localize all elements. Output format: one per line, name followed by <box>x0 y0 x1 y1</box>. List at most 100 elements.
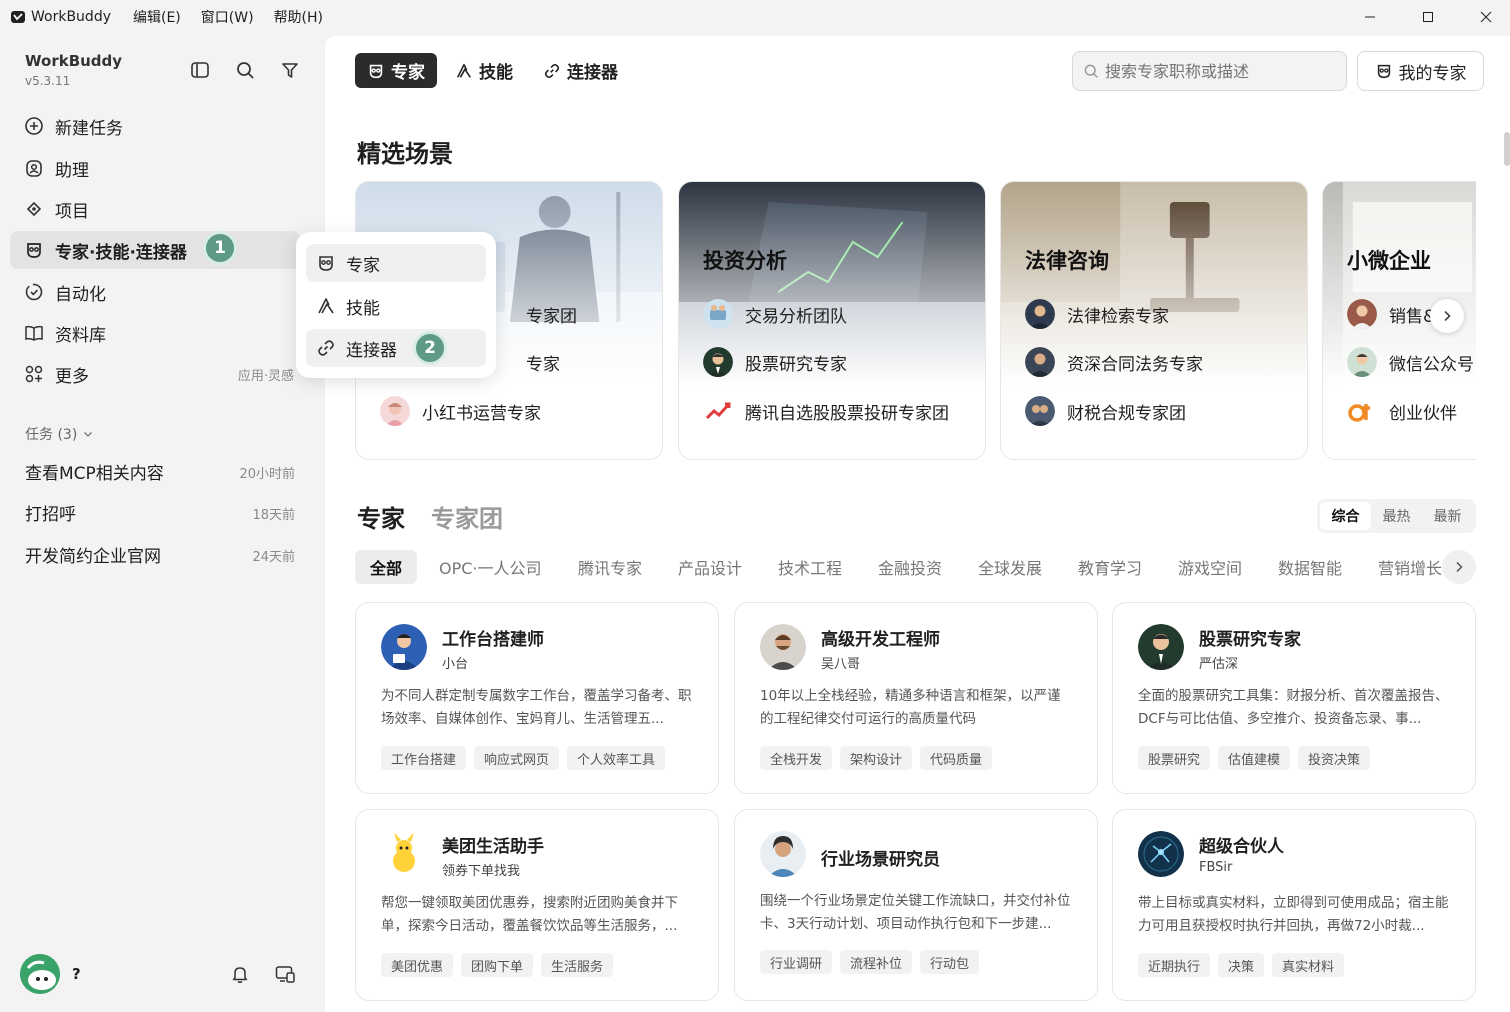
submenu-skills[interactable]: 技能 <box>306 287 486 325</box>
tasks-header[interactable]: 任务 (3) <box>25 424 93 444</box>
scene-item-name: 小红书运营专家 <box>422 403 541 424</box>
expert-tag: 团购下单 <box>461 953 534 977</box>
scenes-next-button[interactable] <box>1430 299 1464 333</box>
filter-button[interactable] <box>278 58 302 82</box>
expert-icon <box>369 64 383 78</box>
expert-card[interactable]: 行业场景研究员 围绕一个行业场景定位关键工作流缺口，并交付补位卡、3天行动计划、… <box>734 809 1098 1001</box>
featured-scenes: 专家团 专家 小红书运营专家 投资分析 交易分析团队 股票研究专家 腾讯自选股股… <box>355 181 1476 461</box>
scene-item-avatar <box>703 299 733 329</box>
scene-item[interactable]: 资深合同法务专家 <box>1025 346 1203 378</box>
category-product-design[interactable]: 产品设计 <box>678 550 742 584</box>
category-tech-engineering[interactable]: 技术工程 <box>778 550 842 584</box>
sort-newest[interactable]: 最新 <box>1422 502 1473 530</box>
experts-submenu: 专家 技能 连接器 2 <box>296 232 496 378</box>
sort-comprehensive[interactable]: 综合 <box>1320 502 1371 530</box>
maximize-button[interactable] <box>1399 0 1457 34</box>
section-tab-experts[interactable]: 专家 <box>357 499 405 534</box>
sort-hottest[interactable]: 最热 <box>1371 502 1422 530</box>
section-tab-expert-teams[interactable]: 专家团 <box>431 499 503 534</box>
notification-bell-icon[interactable] <box>229 963 251 985</box>
tab-skills[interactable]: 技能 <box>443 53 525 88</box>
scene-item[interactable]: 微信公众号 <box>1347 346 1474 378</box>
scene-item-name: 股票研究专家 <box>745 354 847 375</box>
category-data-intelligence[interactable]: 数据智能 <box>1278 550 1342 584</box>
user-name: ? <box>72 965 81 983</box>
nav-more[interactable]: 更多 应用·灵感 <box>10 355 300 393</box>
task-item[interactable]: 开发简约企业官网 24天前 <box>25 542 295 567</box>
category-games[interactable]: 游戏空间 <box>1178 550 1242 584</box>
tab-experts[interactable]: 专家 <box>355 53 437 88</box>
category-finance[interactable]: 金融投资 <box>878 550 942 584</box>
scene-item-name: 专家 <box>526 354 560 375</box>
tab-label: 专家 <box>391 63 425 83</box>
nav-experts-skills-connectors[interactable]: 专家·技能·连接器 <box>10 231 300 269</box>
category-global[interactable]: 全球发展 <box>978 550 1042 584</box>
expert-card[interactable]: 高级开发工程师 吴八哥 10年以上全栈经验，精通多种语言和框架，以严谨的工程纪律… <box>734 602 1098 794</box>
submenu-experts[interactable]: 专家 <box>306 244 486 282</box>
expert-card[interactable]: 工作台搭建师 小台 为不同人群定制专属数字工作台，覆盖学习备考、职场效率、自媒体… <box>355 602 719 794</box>
nav-label: 资料库 <box>55 325 106 346</box>
submenu-connectors[interactable]: 连接器 <box>306 329 486 367</box>
tab-connectors[interactable]: 连接器 <box>531 53 630 88</box>
search-button[interactable] <box>233 58 257 82</box>
link-icon <box>544 63 560 78</box>
expert-card[interactable]: 美团生活助手 领券下单找我 帮您一键领取美团优惠券，搜索附近团购美食并下单，探索… <box>355 809 719 1001</box>
scene-item[interactable]: 销售& <box>1347 298 1436 330</box>
categories-next-button[interactable] <box>1442 550 1476 584</box>
close-button[interactable] <box>1457 0 1510 34</box>
toggle-sidebar-button[interactable] <box>188 58 212 82</box>
expert-tag: 生活服务 <box>541 953 614 977</box>
scene-item[interactable]: 腾讯自选股股票投研专家团 <box>703 395 949 427</box>
minimize-button[interactable] <box>1341 0 1399 34</box>
expert-icon <box>24 240 44 260</box>
device-icon[interactable] <box>274 963 296 985</box>
task-item[interactable]: 查看MCP相关内容 20小时前 <box>25 459 295 484</box>
nav-assistant[interactable]: 助理 <box>10 149 300 187</box>
skill-icon <box>456 63 471 78</box>
featured-title: 精选场景 <box>357 140 453 168</box>
skill-icon <box>316 296 336 316</box>
scene-item-name: 微信公众号 <box>1389 354 1474 375</box>
sort-toggle: 综合 最热 最新 <box>1317 499 1476 533</box>
scene-item[interactable]: 交易分析团队 <box>703 298 847 330</box>
scene-item-name: 腾讯自选股股票投研专家团 <box>745 403 949 424</box>
expert-tag: 决策 <box>1218 953 1265 977</box>
scene-item[interactable]: 小红书运营专家 <box>380 395 541 427</box>
app-name: WorkBuddy <box>31 9 111 25</box>
my-experts-button[interactable]: 我的专家 <box>1357 51 1484 91</box>
menu-window[interactable]: 窗口(W) <box>201 7 254 27</box>
search-icon <box>237 62 254 79</box>
category-education[interactable]: 教育学习 <box>1078 550 1142 584</box>
scene-card[interactable]: 投资分析 交易分析团队 股票研究专家 腾讯自选股股票投研专家团 <box>678 181 986 460</box>
category-opc[interactable]: OPC·一人公司 <box>439 550 542 584</box>
chevron-right-icon <box>1456 561 1463 573</box>
expert-tag: 行业调研 <box>760 950 833 974</box>
nav-library[interactable]: 资料库 <box>10 314 300 352</box>
expert-search-box[interactable] <box>1072 51 1347 91</box>
expert-card[interactable]: 超级合伙人 FBSir 带上目标或真实材料，立即得到可使用成品；宿主能力可用且获… <box>1112 809 1476 1001</box>
scene-item-name: 创业伙伴 <box>1389 403 1457 424</box>
search-input[interactable] <box>1105 61 1325 81</box>
menu-edit[interactable]: 编辑(E) <box>133 7 181 27</box>
scene-item-name: 财税合规专家团 <box>1067 403 1186 424</box>
category-marketing[interactable]: 营销增长 <box>1378 550 1442 584</box>
expert-author: 小台 <box>442 657 469 672</box>
user-avatar[interactable] <box>20 954 60 994</box>
nav-project[interactable]: 项目 <box>10 190 300 228</box>
expert-tag: 股票研究 <box>1138 746 1211 770</box>
scene-item[interactable]: 法律检索专家 <box>1025 298 1169 330</box>
scene-item[interactable]: 创业伙伴 <box>1347 395 1457 427</box>
nav-new-task[interactable]: 新建任务 <box>10 107 300 145</box>
category-all[interactable]: 全部 <box>355 550 418 584</box>
menu-help[interactable]: 帮助(H) <box>274 7 323 27</box>
task-item[interactable]: 打招呼 18天前 <box>25 500 295 525</box>
main-scrollbar[interactable] <box>1504 132 1510 166</box>
scene-item[interactable]: 股票研究专家 <box>703 346 847 378</box>
task-name: 开发简约企业官网 <box>25 547 161 567</box>
expert-tag: 代码质量 <box>920 746 993 770</box>
category-tencent[interactable]: 腾讯专家 <box>578 550 642 584</box>
scene-card[interactable]: 法律咨询 法律检索专家 资深合同法务专家 财税合规专家团 <box>1000 181 1308 460</box>
scene-item[interactable]: 财税合规专家团 <box>1025 395 1186 427</box>
nav-automation[interactable]: 自动化 <box>10 273 300 311</box>
expert-card[interactable]: 股票研究专家 严估深 全面的股票研究工具集：财报分析、首次覆盖报告、DCF与可比… <box>1112 602 1476 794</box>
